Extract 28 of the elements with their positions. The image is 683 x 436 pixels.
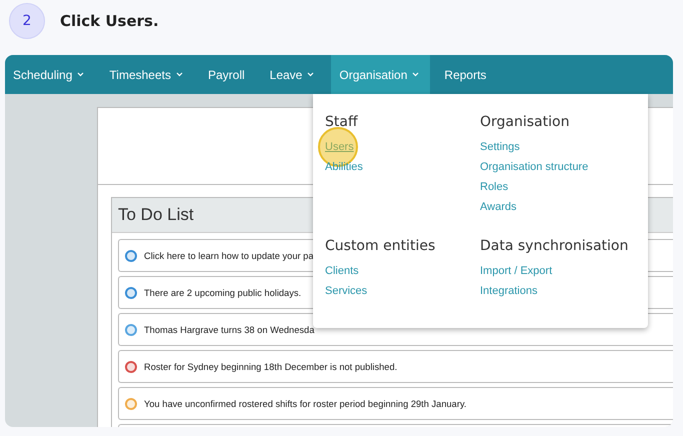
todo-text: Thomas Hargrave turns 38 on Wednesda [144,324,314,334]
menu-heading: Data synchronisation [480,238,630,254]
menu-heading: Organisation [480,114,570,130]
todo-text: There are 2 upcoming public holidays. [144,288,302,298]
nav-tab[interactable]: Timesheets [101,55,194,94]
step-number: 2 [9,3,45,39]
menu-link[interactable]: Awards [480,201,516,213]
menu-link[interactable]: Services [325,285,368,297]
nav-tab[interactable]: Scheduling [5,55,96,94]
menu-link[interactable]: Abilities [325,161,363,173]
nav-tab[interactable]: Payroll [200,55,256,94]
menu-link[interactable]: Clients [325,265,359,277]
menu-heading: Staff [325,114,359,130]
card-title: To Do List [118,205,194,225]
step-instruction: Click Users. [60,12,159,30]
nav-tab[interactable]: Leave [262,55,326,94]
nav-tab[interactable]: Organisation [331,55,430,94]
menu-link[interactable]: Organisation structure [480,161,588,173]
todo-text: You have unconfirmed rostered shifts for roster period beginning 29th January. [144,398,466,408]
nav-tab[interactable]: Reports [436,55,498,94]
todo-text: Click here to learn how to update your pa [144,250,314,260]
menu-link[interactable]: Users [325,141,354,153]
menu-link[interactable]: Import / Export [480,265,552,277]
todo-text: Roster for Sydney beginning 18th December is not published. [144,362,398,372]
menu-link[interactable]: Settings [480,141,520,153]
menu-heading: Custom entities [325,238,436,254]
menu-link[interactable]: Roles [480,181,508,193]
menu-link[interactable]: Integrations [480,285,538,297]
